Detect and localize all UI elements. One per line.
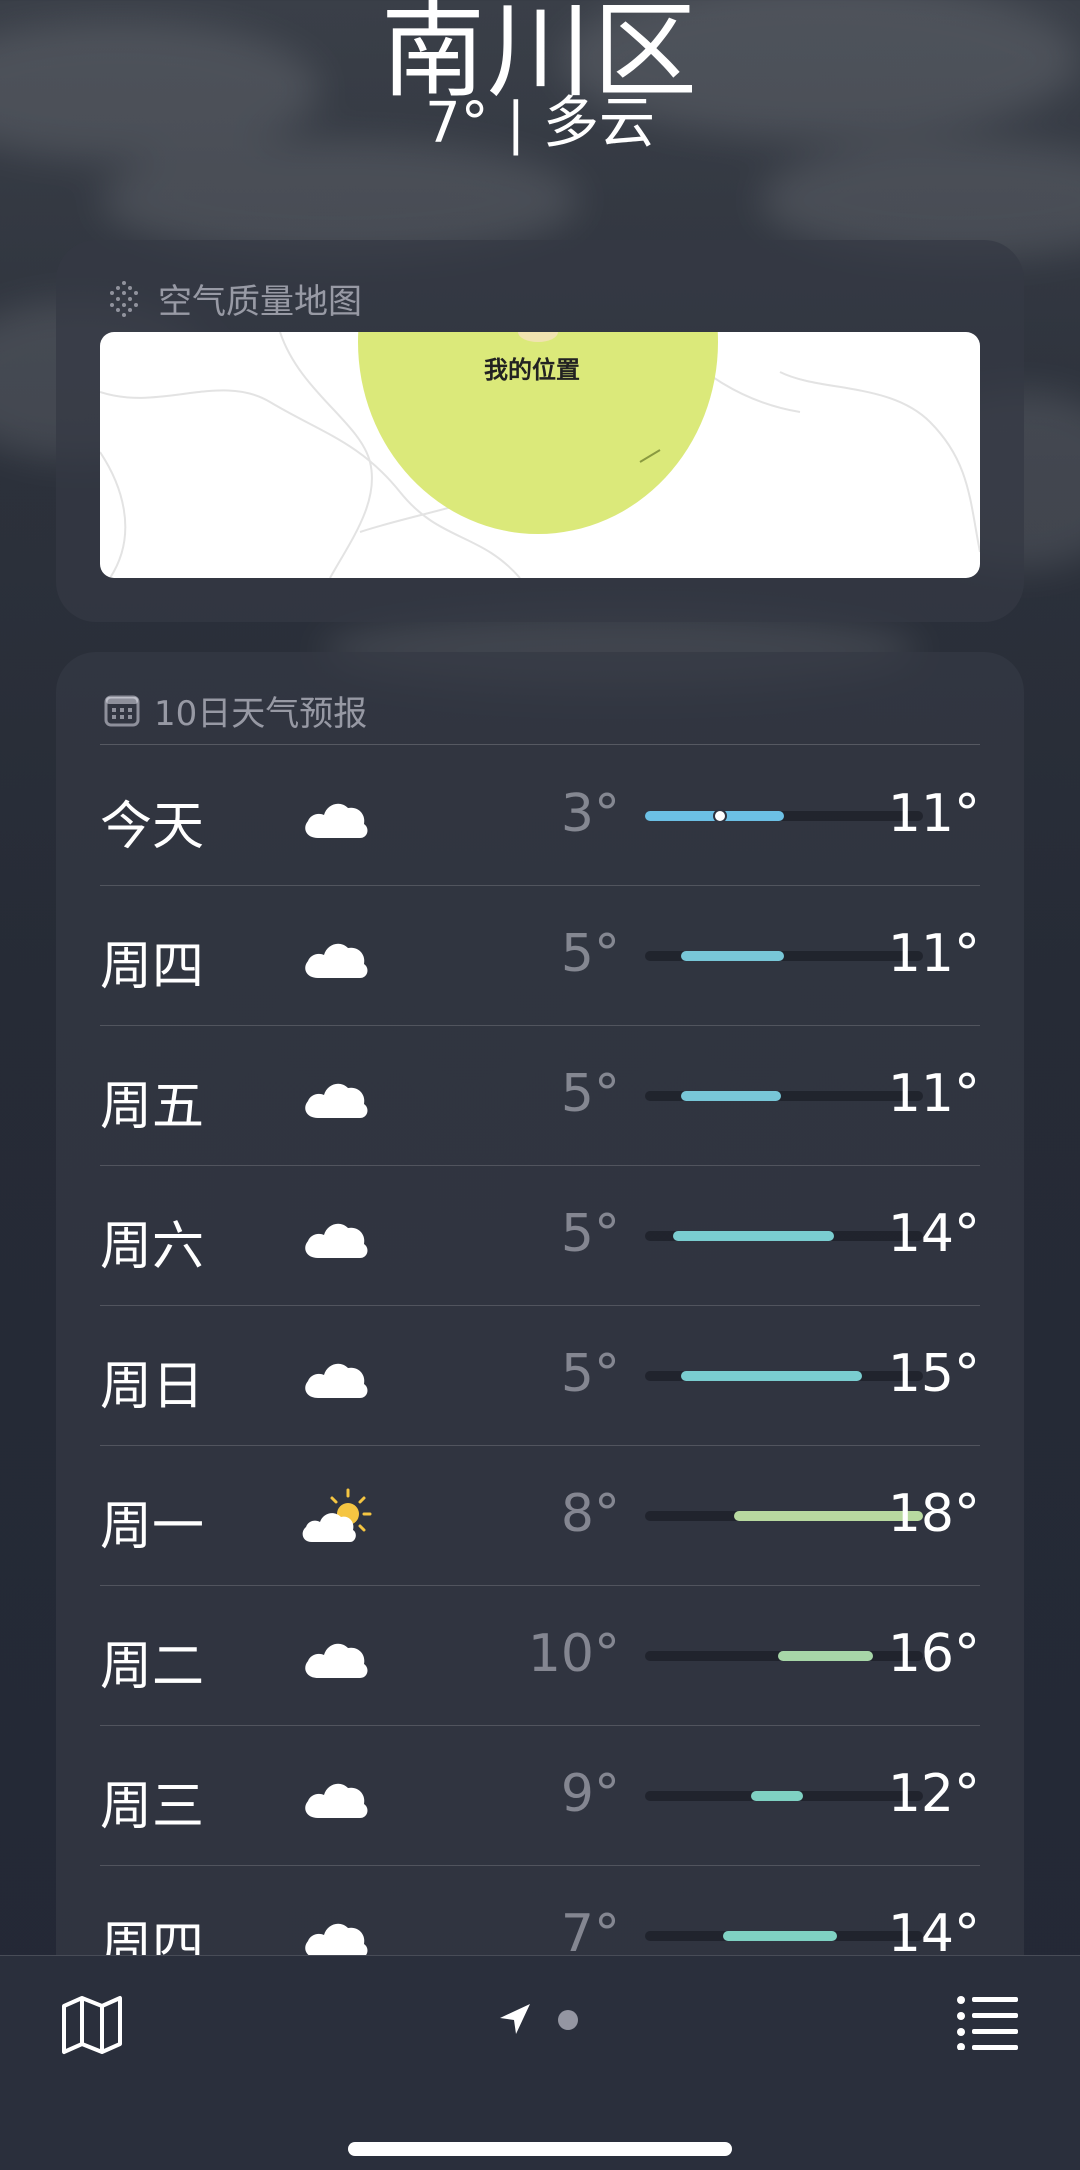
forecast-day: 周一 [100,1497,205,1557]
cloud-icon [300,1348,372,1406]
forecast-row[interactable]: 今天 3° 11° [100,746,980,886]
air-quality-card[interactable]: 空气质量地图 我的位置 [56,240,1024,622]
temperature-range-fill [681,1371,862,1381]
cloud-icon [300,928,372,986]
forecast-high: 14° [887,1204,980,1264]
forecast-low: 5° [560,1064,620,1124]
forecast-row[interactable]: 周三 9° 12° [100,1726,980,1866]
temperature-range-fill [681,1091,782,1101]
calendar-icon [104,695,140,726]
page-indicator-dot[interactable] [558,2010,578,2030]
cloud-icon [300,1068,372,1126]
forecast-title: 10日天气预报 [154,694,368,734]
forecast-high: 11° [887,1064,980,1124]
forecast-row[interactable]: 周日 5° 15° [100,1306,980,1446]
forecast-row[interactable]: 周二 10° 16° [100,1586,980,1726]
forecast-day: 周三 [100,1777,205,1837]
forecast-day: 周五 [100,1077,205,1137]
cloud-icon [300,1628,372,1686]
divider [100,744,980,745]
forecast-high: 11° [887,924,980,984]
forecast-low: 5° [560,1344,620,1404]
temperature-range-fill [750,1791,804,1801]
temperature-range-fill [722,1931,837,1941]
forecast-row[interactable]: 周四 5° 11° [100,886,980,1026]
air-quality-map[interactable]: 我的位置 [100,332,980,578]
forecast-high: 18° [887,1484,980,1544]
forecast-day: 周六 [100,1217,205,1277]
forecast-low: 8° [560,1484,620,1544]
cloud-icon [300,788,372,846]
forecast-low: 10° [527,1624,620,1684]
ten-day-forecast-card[interactable]: 10日天气预报 今天 3° 11° 周四 5° 11° 周五 5° 11° 周六 5° 14° 周日 5°… [56,652,1024,2032]
forecast-high: 11° [887,784,980,844]
temperature-range-fill [778,1651,873,1661]
cloud-icon [300,1768,372,1826]
my-location-label: 我的位置 [484,356,580,384]
forecast-header: 10日天气预报 [104,686,367,735]
current-temp-dot [713,809,728,823]
location-arrow-icon[interactable] [498,2002,532,2036]
forecast-high: 16° [887,1624,980,1684]
forecast-row[interactable]: 周六 5° 14° [100,1166,980,1306]
air-quality-header: 空气质量地图 [104,274,362,323]
forecast-day: 周四 [100,937,205,997]
forecast-high: 15° [887,1344,980,1404]
air-quality-dots-icon [110,280,138,317]
air-quality-title: 空气质量地图 [158,282,362,322]
sun-cloud-icon [300,1488,372,1546]
forecast-day: 今天 [100,797,205,857]
forecast-low: 5° [560,1204,620,1264]
forecast-row[interactable]: 周五 5° 11° [100,1026,980,1166]
forecast-day: 周日 [100,1357,205,1417]
temperature-range-fill [672,1231,835,1241]
home-indicator [348,2142,732,2156]
forecast-row[interactable]: 周一 8° 18° [100,1446,980,1586]
forecast-low: 9° [560,1764,620,1824]
map-icon[interactable] [60,1992,124,2056]
forecast-high: 12° [887,1764,980,1824]
forecast-list: 今天 3° 11° 周四 5° 11° 周五 5° 11° 周六 5° 14° 周日 5° 15° 周一 8° 1… [100,746,980,2005]
cloud-icon [300,1208,372,1266]
forecast-low: 3° [560,784,620,844]
current-temp-condition: 7° | 多云 [424,91,656,156]
forecast-low: 5° [560,924,620,984]
bottom-toolbar [0,1955,1080,2170]
forecast-day: 周二 [100,1637,205,1697]
list-icon[interactable] [956,1994,1020,2050]
temperature-range-fill [681,951,784,961]
